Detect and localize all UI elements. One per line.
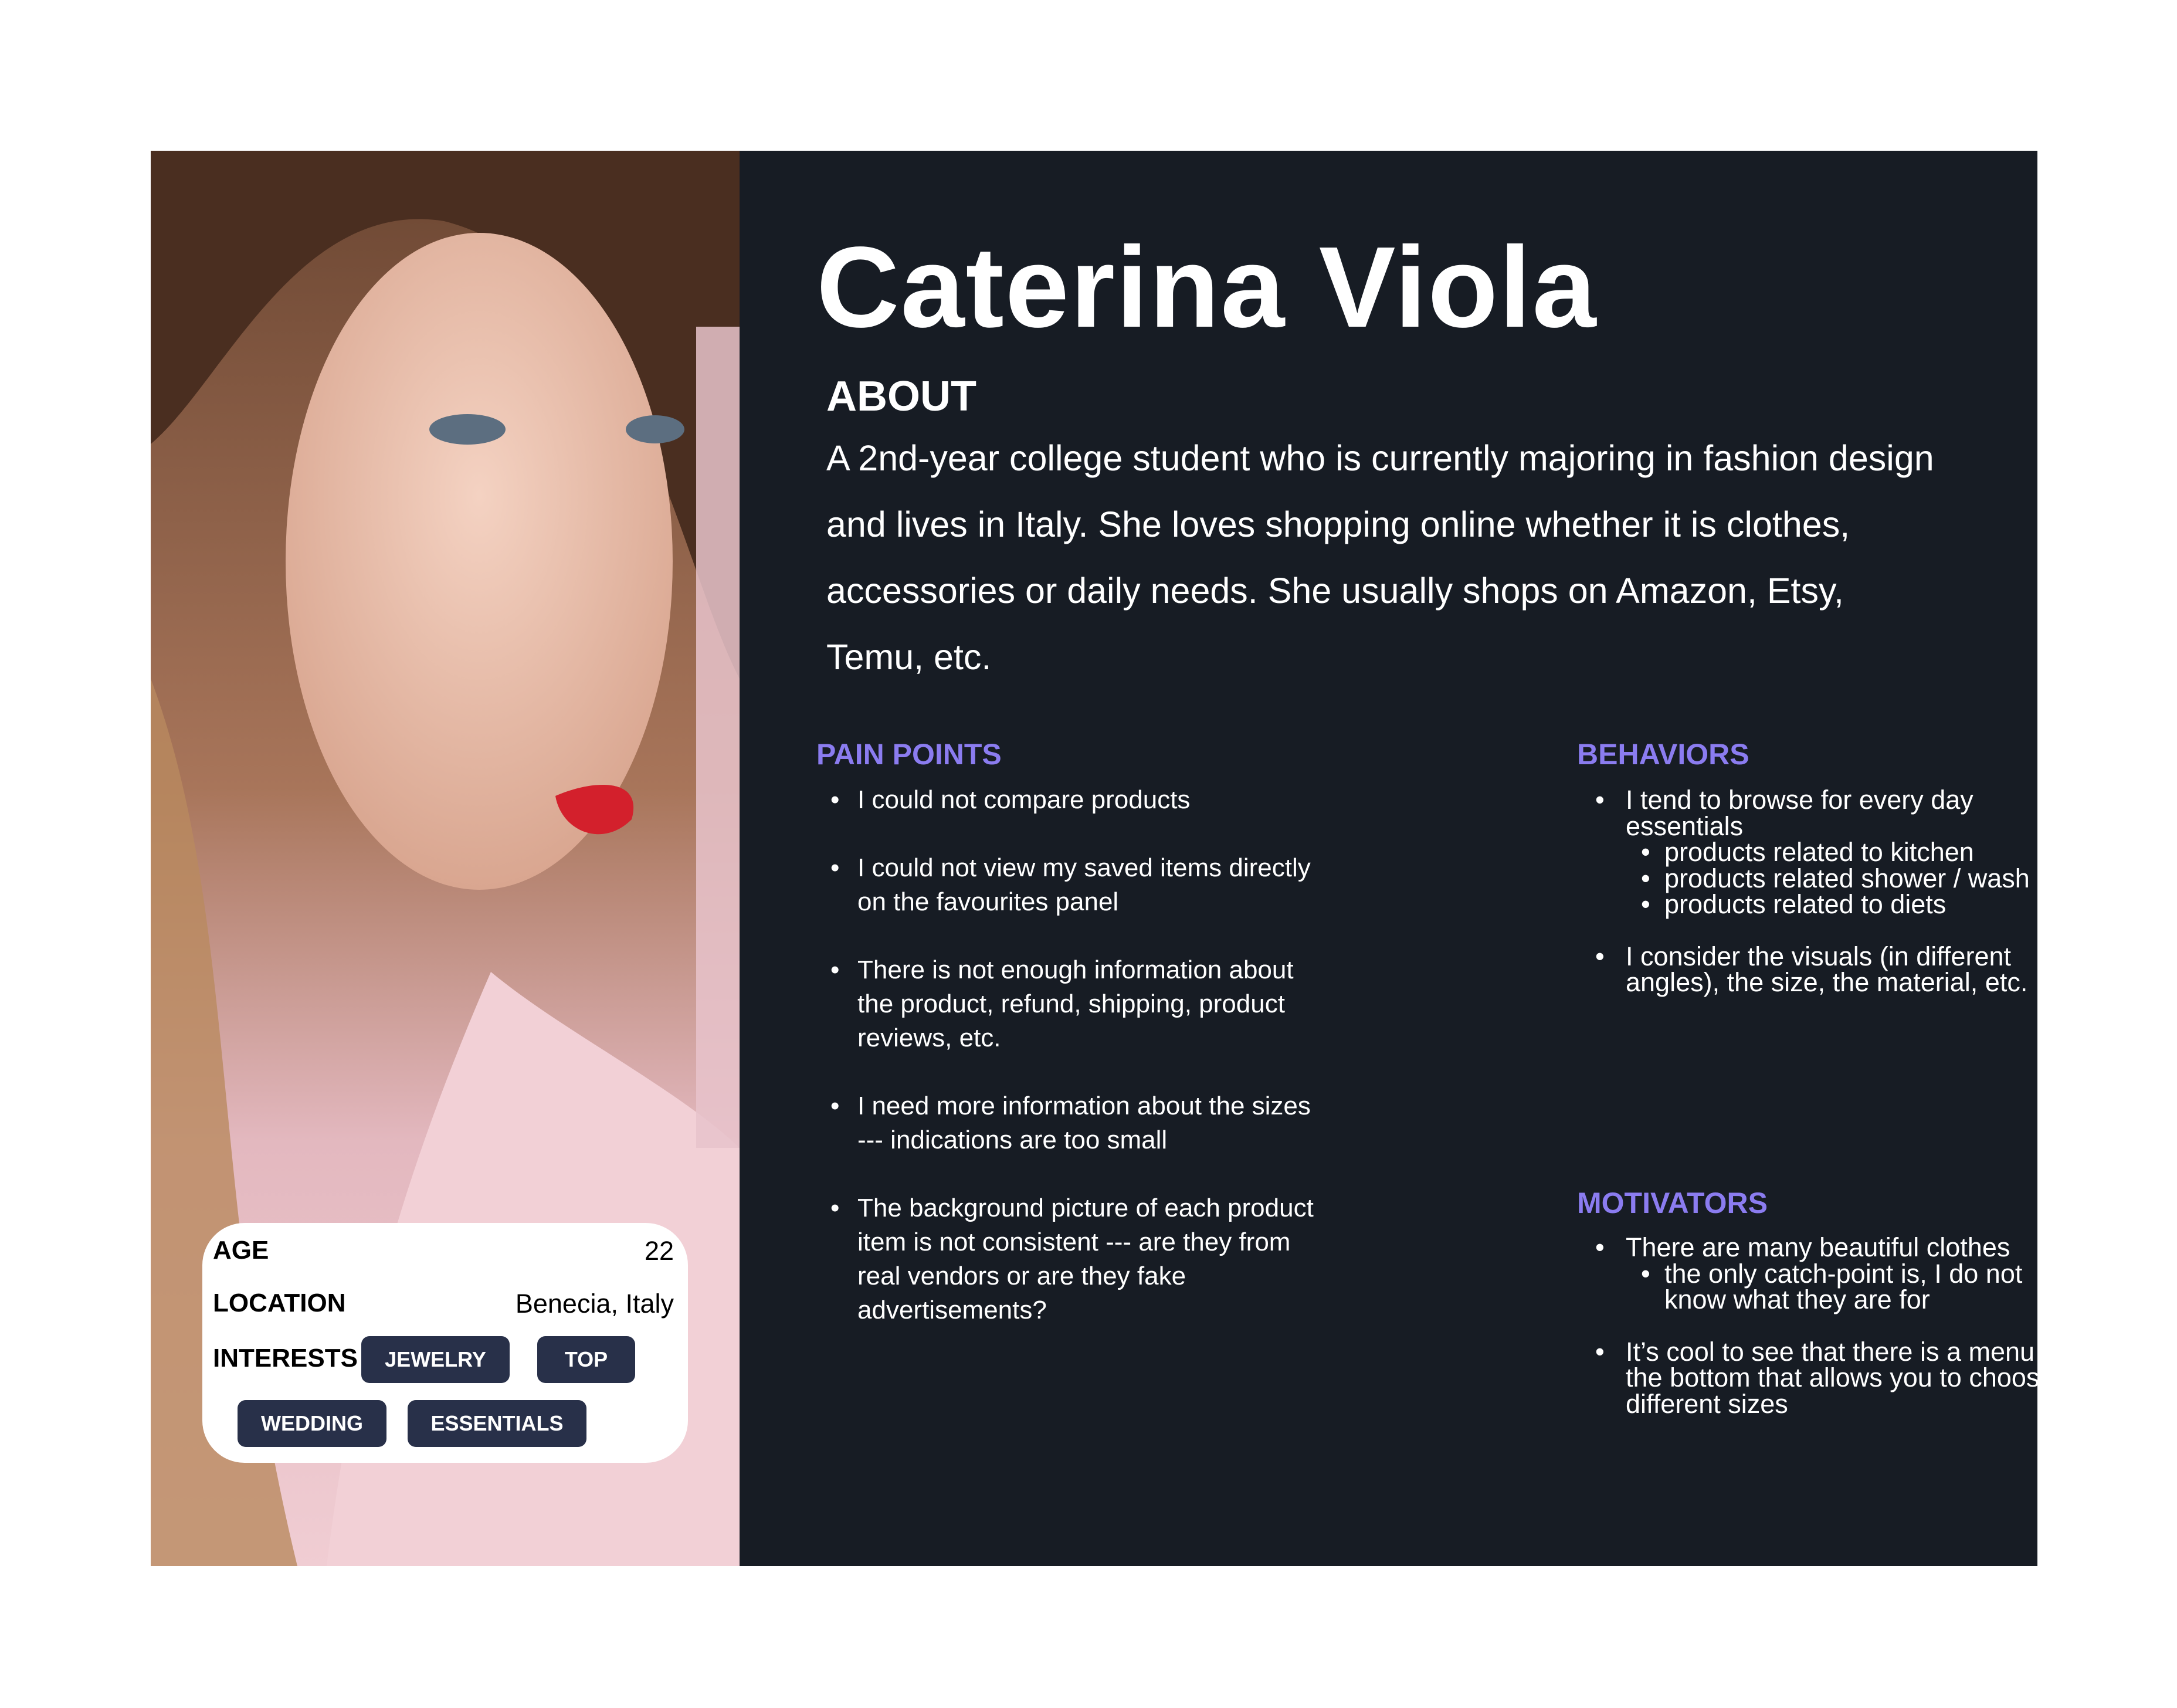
sub-list-item: products related to kitchen [1626, 839, 2088, 866]
pain-points-list: I could not compare products I could not… [830, 783, 1317, 1361]
sub-list-item: the only catch-point is, I do not know w… [1626, 1260, 2088, 1313]
about-heading: ABOUT [826, 373, 976, 420]
info-card: AGE 22 LOCATION Benecia, Italy INTERESTS… [202, 1223, 688, 1463]
interest-tag-essentials[interactable]: ESSENTIALS [408, 1400, 586, 1447]
location-value: Benecia, Italy [515, 1289, 674, 1319]
pain-points-heading: PAIN POINTS [816, 738, 1002, 771]
persona-card: AGE 22 LOCATION Benecia, Italy INTERESTS… [151, 151, 2064, 1566]
age-label: AGE [213, 1236, 269, 1265]
list-item: There is not enough information about th… [830, 953, 1317, 1055]
list-item: I need more information about the sizes … [830, 1089, 1317, 1157]
location-label: LOCATION [213, 1289, 346, 1317]
list-item: I could not compare products [830, 783, 1317, 817]
list-item: There are many beautiful clothes the onl… [1595, 1234, 2088, 1313]
behaviors-list: I tend to browse for every day essential… [1595, 787, 2088, 1022]
sub-list-item: products related shower / wash [1626, 865, 2088, 892]
list-item: I tend to browse for every day essential… [1595, 787, 2088, 918]
behaviors-heading: BEHAVIORS [1577, 738, 1749, 771]
sub-list-item: products related to diets [1626, 891, 2088, 918]
list-item: It’s cool to see that there is a menu at… [1595, 1338, 2088, 1418]
persona-name: Caterina Viola [816, 223, 1598, 351]
interest-tag-wedding[interactable]: WEDDING [238, 1400, 386, 1447]
interest-tag-jewelry[interactable]: JEWELRY [361, 1336, 510, 1383]
age-value: 22 [644, 1236, 674, 1266]
list-item: I could not view my saved items directly… [830, 851, 1317, 919]
motivators-heading: MOTIVATORS [1577, 1187, 1768, 1219]
interests-label: INTERESTS [213, 1344, 358, 1372]
portrait-photo: AGE 22 LOCATION Benecia, Italy INTERESTS… [151, 151, 740, 1566]
list-item: I consider the visuals (in different ang… [1595, 943, 2088, 996]
about-text: A 2nd-year college student who is curren… [826, 438, 1934, 677]
motivators-list: There are many beautiful clothes the onl… [1595, 1234, 2088, 1443]
persona-details-panel: Caterina Viola ABOUT A 2nd-year college … [740, 151, 2064, 1566]
list-item: The background picture of each product i… [830, 1191, 1317, 1327]
interest-tag-top[interactable]: TOP [537, 1336, 635, 1383]
